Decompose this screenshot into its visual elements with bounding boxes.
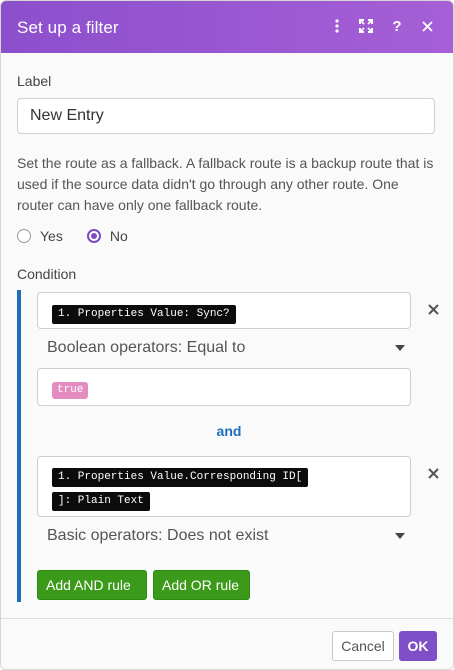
cancel-button[interactable]: Cancel [332, 631, 394, 661]
help-icon[interactable]: ? [386, 15, 408, 37]
rule-1-operator-select[interactable]: Boolean operators: Equal to [47, 336, 411, 360]
rule-1-value-token[interactable]: true [52, 382, 89, 399]
fallback-yes-label: Yes [40, 228, 63, 244]
more-vertical-icon[interactable] [326, 15, 348, 37]
chevron-down-icon [395, 345, 405, 351]
rule-2-field-token-1[interactable]: 1. Properties Value.Corresponding ID[ [52, 468, 309, 487]
dialog-title: Set up a filter [17, 18, 119, 37]
rule-2-field-input[interactable]: 1. Properties Value.Corresponding ID[ ]:… [37, 456, 411, 517]
rule-2-field-token-2[interactable]: ]: Plain Text [52, 492, 150, 511]
ok-button[interactable]: OK [399, 631, 437, 661]
rule-1-field-token[interactable]: 1. Properties Value: Sync? [52, 305, 236, 324]
rule-1-field-input[interactable]: 1. Properties Value: Sync? [37, 292, 411, 329]
rule-1-value-input[interactable]: true [37, 368, 411, 406]
rule-2-operator-label: Basic operators: Does not exist [47, 527, 269, 544]
fallback-radio-group: Yes No [17, 226, 128, 246]
expand-icon[interactable] [355, 15, 377, 37]
rule-2-operator-select[interactable]: Basic operators: Does not exist [47, 524, 411, 548]
filter-dialog: Set up a filter ? Label New Entry Set th… [0, 0, 454, 670]
fallback-description: Set the route as a fallback. A fallback … [17, 155, 434, 213]
rule-2-remove-icon[interactable] [423, 463, 443, 483]
and-connector: and [216, 423, 242, 439]
dialog-body: Label New Entry Set the route as a fallb… [1, 53, 453, 618]
condition-group: 1. Properties Value: Sync? Boolean opera… [17, 290, 441, 602]
rule-1-operator-label: Boolean operators: Equal to [47, 339, 246, 356]
fallback-no-radio[interactable] [86, 229, 101, 243]
add-and-rule-button[interactable]: Add AND rule [37, 570, 147, 600]
dialog-header: Set up a filter ? [1, 1, 453, 53]
close-icon[interactable] [416, 15, 438, 37]
add-or-rule-button[interactable]: Add OR rule [153, 570, 250, 600]
chevron-down-icon [395, 533, 405, 539]
label-field-label: Label [17, 73, 52, 89]
condition-label: Condition [17, 266, 77, 282]
fallback-no-label: No [109, 228, 128, 244]
dialog-footer: Cancel OK [1, 618, 453, 669]
label-input[interactable]: New Entry [17, 98, 435, 134]
rule-1-remove-icon[interactable] [423, 299, 443, 319]
fallback-yes-radio[interactable] [17, 229, 31, 243]
